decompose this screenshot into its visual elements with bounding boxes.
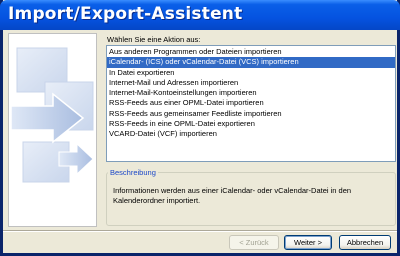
action-item[interactable]: Internet-Mail und Adressen importieren [107, 78, 395, 88]
action-item[interactable]: Internet-Mail-Kontoeinstellungen importi… [107, 88, 395, 98]
action-item[interactable]: Aus anderen Programmen oder Dateien impo… [107, 47, 395, 57]
action-item[interactable]: RSS-Feeds aus gemeinsamer Feedliste impo… [107, 109, 395, 119]
next-button[interactable]: Weiter > [284, 235, 332, 250]
action-item[interactable]: In Datei exportieren [107, 68, 395, 78]
window-title: Import/Export-Assistent [8, 4, 243, 24]
action-prompt-label: Wählen Sie eine Aktion aus: [107, 35, 201, 44]
action-item-selected[interactable]: iCalendar- (ICS) oder vCalendar-Datei (V… [107, 57, 395, 68]
description-title: Beschreibung [108, 168, 158, 177]
wizard-illustration [8, 33, 97, 227]
wizard-arrows-icon [9, 34, 96, 226]
action-item[interactable]: RSS-Feeds in eine OPML-Datei exportieren [107, 119, 395, 129]
import-export-dialog: Import/Export-Assistent Wählen Sie eine … [0, 0, 400, 256]
action-item[interactable]: RSS-Feeds aus einer OPML-Datei importier… [107, 98, 395, 108]
description-text: Informationen werden aus einer iCalendar… [113, 186, 352, 205]
action-listbox[interactable]: Aus anderen Programmen oder Dateien impo… [106, 45, 396, 162]
title-bar[interactable]: Import/Export-Assistent [0, 0, 400, 30]
back-button[interactable]: < Zurück [229, 235, 279, 250]
cancel-button[interactable]: Abbrechen [339, 235, 391, 250]
action-item[interactable]: VCARD-Datei (VCF) importieren [107, 129, 395, 139]
button-separator [3, 230, 397, 232]
